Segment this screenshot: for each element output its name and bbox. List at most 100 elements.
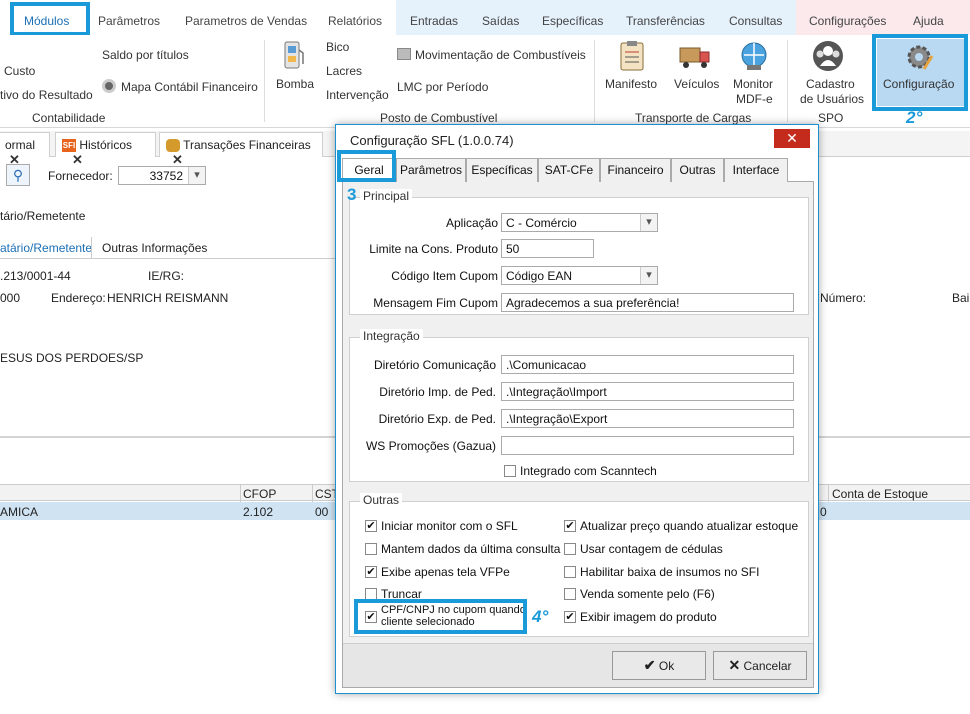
numero-label: Número: [820, 291, 867, 305]
highlight-box-1 [10, 2, 90, 36]
dir-import-input[interactable]: .\Integração\Import [501, 382, 794, 401]
aplicacao-select[interactable]: C - Comércio [501, 213, 658, 232]
menu-ajuda[interactable]: Ajuda [913, 14, 944, 28]
step-number-3: 3 [347, 185, 357, 204]
subtab-outras-informacoes[interactable]: Outras Informações [102, 241, 207, 255]
ribbon-mapa-contabil[interactable]: Mapa Contábil Financeiro [121, 80, 258, 94]
limite-label: Limite na Cons. Produto [369, 242, 498, 256]
map-icon [102, 79, 116, 93]
mantem-dados-checkbox[interactable] [365, 543, 377, 555]
ribbon-monitor[interactable]: Monitor [733, 77, 773, 91]
ribbon-bico[interactable]: Bico [326, 40, 349, 54]
ribbon-intervencao[interactable]: Intervenção [326, 88, 389, 102]
grid-col-cfop[interactable]: CFOP [243, 487, 276, 501]
legend-principal: Principal [360, 189, 413, 203]
dialog-close-button[interactable]: ✕ [774, 129, 810, 148]
truck-icon [679, 44, 711, 70]
ribbon-manifesto[interactable]: Manifesto [605, 77, 657, 91]
group-contabilidade: Contabilidade [32, 111, 106, 125]
ribbon-lmc[interactable]: LMC por Período [397, 80, 488, 94]
ribbon-separator [264, 40, 265, 122]
exibe-vfpe-checkbox[interactable]: ✔ [365, 566, 377, 578]
mantem-dados-label: Mantem dados da última consulta [381, 542, 561, 556]
menu-parametros[interactable]: Parâmetros [98, 14, 160, 28]
limite-input[interactable]: 50 [501, 239, 594, 258]
atualizar-preco-checkbox[interactable]: ✔ [564, 520, 576, 532]
tab-especificas[interactable]: Específicas [466, 158, 538, 182]
ok-button[interactable]: ✔ Ok [612, 651, 706, 680]
ribbon-separator [787, 40, 788, 122]
doc-tab-normal[interactable]: ormal ✕ [0, 132, 50, 167]
subtab-destinatario[interactable]: atário/Remetente [0, 241, 92, 255]
doc-tab-historicos[interactable]: SFI Históricos ✕ [55, 132, 156, 167]
tab-outras[interactable]: Outras [671, 158, 724, 182]
fieldset-principal: Principal Aplicação C - Comércio Limite … [349, 189, 809, 315]
doc-tab-label: Transações Financeiras [183, 138, 311, 152]
step-number-4: 4° [532, 607, 549, 626]
codigo-item-select[interactable]: Código EAN [501, 266, 658, 285]
venda-f6-checkbox[interactable] [564, 588, 576, 600]
ribbon-custo[interactable]: Custo [4, 64, 35, 78]
baixa-insumos-checkbox[interactable] [564, 566, 576, 578]
ribbon-bomba[interactable]: Bomba [276, 77, 314, 91]
ribbon-mdfe[interactable]: MDF-e [736, 92, 773, 106]
tab-sat-cfe[interactable]: SAT-CFe [538, 158, 600, 182]
row-conta: 0 [820, 505, 827, 519]
ribbon-saldo-titulos[interactable]: Saldo por títulos [102, 48, 189, 62]
menu-relatorios[interactable]: Relatórios [328, 14, 382, 28]
sfi-icon: SFI [62, 139, 76, 153]
iniciar-monitor-checkbox[interactable]: ✔ [365, 520, 377, 532]
mensagem-input[interactable]: Agradecemos a sua preferência! [501, 293, 794, 312]
scanntech-label: Integrado com Scanntech [520, 464, 657, 478]
destinatario-heading: tário/Remetente [0, 209, 86, 223]
tab-parametros[interactable]: Parâmetros [396, 158, 466, 182]
ribbon-usuarios[interactable]: de Usuários [800, 92, 864, 106]
dir-export-input[interactable]: .\Integração\Export [501, 409, 794, 428]
search-button[interactable]: ⚲ [6, 164, 30, 186]
ribbon-separator [594, 40, 595, 122]
dir-import-label: Diretório Imp. de Ped. [379, 385, 496, 399]
clipboard-icon [618, 40, 646, 72]
tab-financeiro[interactable]: Financeiro [600, 158, 671, 182]
doc-tab-label: ormal [5, 138, 36, 152]
tab-interface[interactable]: Interface [724, 158, 788, 182]
iniciar-monitor-label: Iniciar monitor com o SFL [381, 519, 518, 533]
close-icon[interactable]: ✕ [72, 152, 83, 167]
bairro-label: Bai [952, 291, 970, 305]
ribbon-veiculos[interactable]: Veículos [674, 77, 719, 91]
menu-transferencias[interactable]: Transferências [626, 14, 705, 28]
contagem-cedulas-label: Usar contagem de cédulas [580, 542, 723, 556]
ribbon-cadastro[interactable]: Cadastro [806, 77, 855, 91]
fornecedor-label: Fornecedor: [48, 169, 113, 183]
grid-col-conta-estoque[interactable]: Conta de Estoque [832, 487, 928, 501]
atualizar-preco-label: Atualizar preço quando atualizar estoque [580, 519, 799, 533]
exibir-imagem-checkbox[interactable]: ✔ [564, 611, 576, 623]
users-icon [812, 40, 844, 72]
fornecedor-input[interactable]: 33752 [118, 166, 206, 185]
ribbon-movimentacao[interactable]: Movimentação de Combustíveis [415, 48, 586, 62]
dir-comunicacao-input[interactable]: .\Comunicacao [501, 355, 794, 374]
contagem-cedulas-checkbox[interactable] [564, 543, 576, 555]
menu-entradas[interactable]: Entradas [410, 14, 458, 28]
menu-consultas[interactable]: Consultas [729, 14, 782, 28]
doc-tab-transacoes[interactable]: Transações Financeiras ✕ [159, 132, 323, 167]
menu-especificas[interactable]: Específicas [542, 14, 603, 28]
endereco-label: Endereço: [51, 291, 106, 305]
ws-promocoes-label: WS Promoções (Gazua) [365, 439, 496, 453]
ok-label: Ok [658, 659, 675, 673]
baixa-insumos-label: Habilitar baixa de insumos no SFI [580, 565, 760, 579]
group-spo: SPO [818, 111, 844, 125]
scanntech-checkbox[interactable] [504, 465, 516, 477]
endereco-value: HENRICH REISMANN [107, 291, 229, 305]
ribbon-resultado[interactable]: tivo do Resultado [0, 88, 93, 102]
cancel-button[interactable]: ✕ Cancelar [713, 651, 807, 680]
highlight-box-2 [872, 34, 968, 111]
menu-configuracoes[interactable]: Configurações [809, 14, 886, 28]
menu-parametros-vendas[interactable]: Parametros de Vendas [185, 14, 307, 28]
row-cfop: 2.102 [243, 505, 274, 519]
menu-saidas[interactable]: Saídas [482, 14, 519, 28]
ws-promocoes-input[interactable] [501, 436, 794, 455]
group-transporte: Transporte de Cargas [635, 111, 752, 125]
ribbon-lacres[interactable]: Lacres [326, 64, 362, 78]
check-icon: ✔ [643, 657, 656, 673]
